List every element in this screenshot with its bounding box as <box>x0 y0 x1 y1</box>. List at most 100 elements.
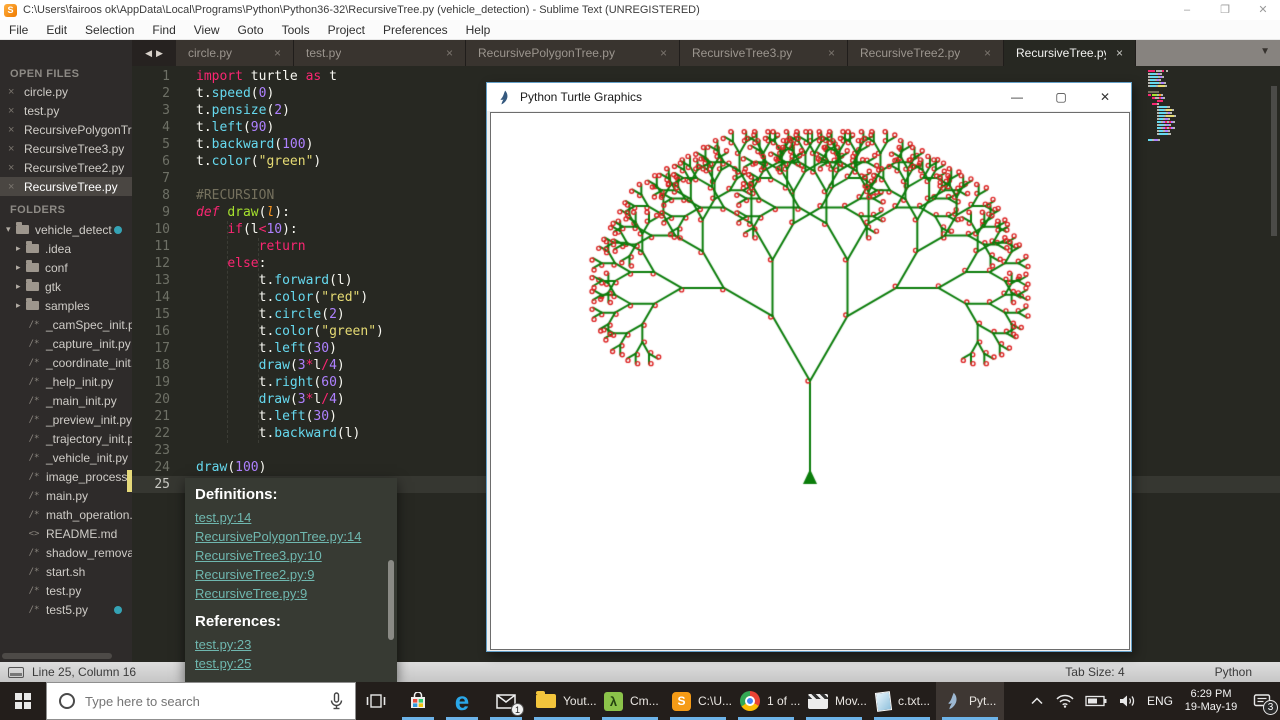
task-view-button[interactable] <box>356 682 396 720</box>
tree-item-shadow_removal[interactable]: /*shadow_removal <box>0 543 132 562</box>
definition-link-RecursiveTree3.py:10[interactable]: RecursiveTree3.py:10 <box>195 546 397 565</box>
taskbar-app-C:\U...[interactable]: SC:\U... <box>664 682 732 720</box>
menu-project[interactable]: Project <box>319 20 374 40</box>
taskbar-mail-button[interactable]: 1 <box>484 682 528 720</box>
taskbar-app-Yout...[interactable]: Yout... <box>528 682 596 720</box>
tab-size-indicator[interactable]: Tab Size: 4 <box>1065 665 1124 679</box>
taskbar-app-1 of ...[interactable]: 1 of ... <box>732 682 800 720</box>
taskbar-search[interactable] <box>46 682 356 720</box>
folder-collapsed-icon[interactable]: ▸ <box>16 243 26 254</box>
definition-link-RecursiveTree2.py:9[interactable]: RecursiveTree2.py:9 <box>195 565 397 584</box>
tree-item-_main_init.py[interactable]: /*_main_init.py <box>0 391 132 410</box>
tree-item-vehicle_detect[interactable]: ▾vehicle_detect <box>0 220 132 239</box>
language-indicator[interactable]: ENG <box>1142 682 1178 720</box>
open-file-RecursiveTree2.py[interactable]: ×RecursiveTree2.py <box>0 158 132 177</box>
status-panel-icon[interactable] <box>8 667 24 678</box>
reference-link-test.py:25[interactable]: test.py:25 <box>195 654 397 673</box>
tab-test.py[interactable]: test.py× <box>294 40 466 66</box>
microphone-icon[interactable] <box>330 692 343 711</box>
tab-scroll-left-icon[interactable]: ◀ <box>145 48 152 59</box>
menu-tools[interactable]: Tools <box>273 20 319 40</box>
tree-item-_vehicle_init.py[interactable]: /*_vehicle_init.py <box>0 448 132 467</box>
menu-selection[interactable]: Selection <box>76 20 143 40</box>
tree-item-_help_init.py[interactable]: /*_help_init.py <box>0 372 132 391</box>
taskbar-store-button[interactable] <box>396 682 440 720</box>
open-file-RecursivePolygonTree.[interactable]: ×RecursivePolygonTree. <box>0 120 132 139</box>
close-tab-icon[interactable]: × <box>446 46 453 60</box>
start-button[interactable] <box>0 682 46 720</box>
tree-item-start.sh[interactable]: /*start.sh <box>0 562 132 581</box>
tree-item-_capture_init.py[interactable]: /*_capture_init.py <box>0 334 132 353</box>
folder-collapsed-icon[interactable]: ▸ <box>16 281 26 292</box>
taskbar-edge-button[interactable]: e <box>440 682 484 720</box>
tree-item-main.py[interactable]: /*main.py <box>0 486 132 505</box>
reference-link-test.py:23[interactable]: test.py:23 <box>195 635 397 654</box>
tree-item-conf[interactable]: ▸conf <box>0 258 132 277</box>
tree-item-image_processin[interactable]: /*image_processin <box>0 467 132 486</box>
folder-collapsed-icon[interactable]: ▸ <box>16 262 26 273</box>
sidebar-horizontal-scrollbar[interactable] <box>2 653 112 659</box>
taskbar-app-Mov...[interactable]: Mov... <box>800 682 868 720</box>
menu-file[interactable]: File <box>0 20 37 40</box>
close-tab-icon[interactable]: × <box>828 46 835 60</box>
menu-goto[interactable]: Goto <box>229 20 273 40</box>
menu-find[interactable]: Find <box>143 20 184 40</box>
turtle-close-icon[interactable]: ✕ <box>1083 83 1127 111</box>
tab-list-dropdown-icon[interactable]: ▼ <box>1260 46 1270 57</box>
minimize-icon[interactable]: – <box>1172 0 1202 20</box>
open-file-circle.py[interactable]: ×circle.py <box>0 82 132 101</box>
minimap[interactable] <box>1148 70 1194 145</box>
tree-item-gtk[interactable]: ▸gtk <box>0 277 132 296</box>
folder-expanded-icon[interactable]: ▾ <box>6 224 16 235</box>
taskbar-app-c.txt...[interactable]: c.txt... <box>868 682 936 720</box>
popup-scrollbar[interactable] <box>388 560 394 640</box>
close-file-icon[interactable]: × <box>8 143 18 155</box>
close-file-icon[interactable]: × <box>8 124 18 136</box>
tree-item-_coordinate_init.[interactable]: /*_coordinate_init. <box>0 353 132 372</box>
folder-collapsed-icon[interactable]: ▸ <box>16 300 26 311</box>
battery-indicator[interactable] <box>1080 682 1112 720</box>
definition-link-RecursivePolygonTree.py:14[interactable]: RecursivePolygonTree.py:14 <box>195 527 397 546</box>
tab-RecursivePolygonTree.py[interactable]: RecursivePolygonTree.py× <box>466 40 680 66</box>
close-file-icon[interactable]: × <box>8 181 18 193</box>
tree-item-_preview_init.py[interactable]: /*_preview_init.py <box>0 410 132 429</box>
taskbar-app-Cm...[interactable]: λCm... <box>596 682 664 720</box>
wifi-indicator[interactable] <box>1050 682 1080 720</box>
tree-item-.idea[interactable]: ▸.idea <box>0 239 132 258</box>
tray-expand-button[interactable] <box>1024 682 1050 720</box>
close-file-icon[interactable]: × <box>8 86 18 98</box>
menu-edit[interactable]: Edit <box>37 20 76 40</box>
tree-item-math_operation.[interactable]: /*math_operation. <box>0 505 132 524</box>
clock[interactable]: 6:29 PM 19-May-19 <box>1178 682 1244 720</box>
tree-item-_camSpec_init.py[interactable]: /*_camSpec_init.py <box>0 315 132 334</box>
search-input[interactable] <box>85 694 330 709</box>
open-file-RecursiveTree.py[interactable]: ×RecursiveTree.py <box>0 177 132 196</box>
close-file-icon[interactable]: × <box>8 105 18 117</box>
close-file-icon[interactable]: × <box>8 162 18 174</box>
close-tab-icon[interactable]: × <box>984 46 991 60</box>
tree-item-README.md[interactable]: <>README.md <box>0 524 132 543</box>
tree-item-test.py[interactable]: /*test.py <box>0 581 132 600</box>
close-tab-icon[interactable]: × <box>1116 46 1123 60</box>
volume-indicator[interactable] <box>1112 682 1142 720</box>
tree-item-_trajectory_init.p[interactable]: /*_trajectory_init.p <box>0 429 132 448</box>
turtle-minimize-icon[interactable]: — <box>995 83 1039 111</box>
action-center-button[interactable]: 3 <box>1244 682 1280 720</box>
definition-link-test.py:14[interactable]: test.py:14 <box>195 508 397 527</box>
maximize-icon[interactable]: ❐ <box>1210 0 1240 20</box>
turtle-maximize-icon[interactable]: ▢ <box>1039 83 1083 111</box>
open-file-RecursiveTree3.py[interactable]: ×RecursiveTree3.py <box>0 139 132 158</box>
tab-RecursiveTree3.py[interactable]: RecursiveTree3.py× <box>680 40 848 66</box>
menu-preferences[interactable]: Preferences <box>374 20 457 40</box>
close-tab-icon[interactable]: × <box>660 46 667 60</box>
menu-help[interactable]: Help <box>457 20 500 40</box>
tab-RecursiveTree.py[interactable]: RecursiveTree.py× <box>1004 40 1136 66</box>
syntax-indicator[interactable]: Python <box>1215 665 1252 679</box>
tab-RecursiveTree2.py[interactable]: RecursiveTree2.py× <box>848 40 1004 66</box>
editor-scrollbar[interactable] <box>1271 86 1277 236</box>
tree-item-test5.py[interactable]: /*test5.py <box>0 600 132 619</box>
taskbar-app-Pyt...[interactable]: Pyt... <box>936 682 1004 720</box>
open-file-test.py[interactable]: ×test.py <box>0 101 132 120</box>
menu-view[interactable]: View <box>185 20 229 40</box>
turtle-window-titlebar[interactable]: Python Turtle Graphics — ▢ ✕ <box>487 83 1131 111</box>
